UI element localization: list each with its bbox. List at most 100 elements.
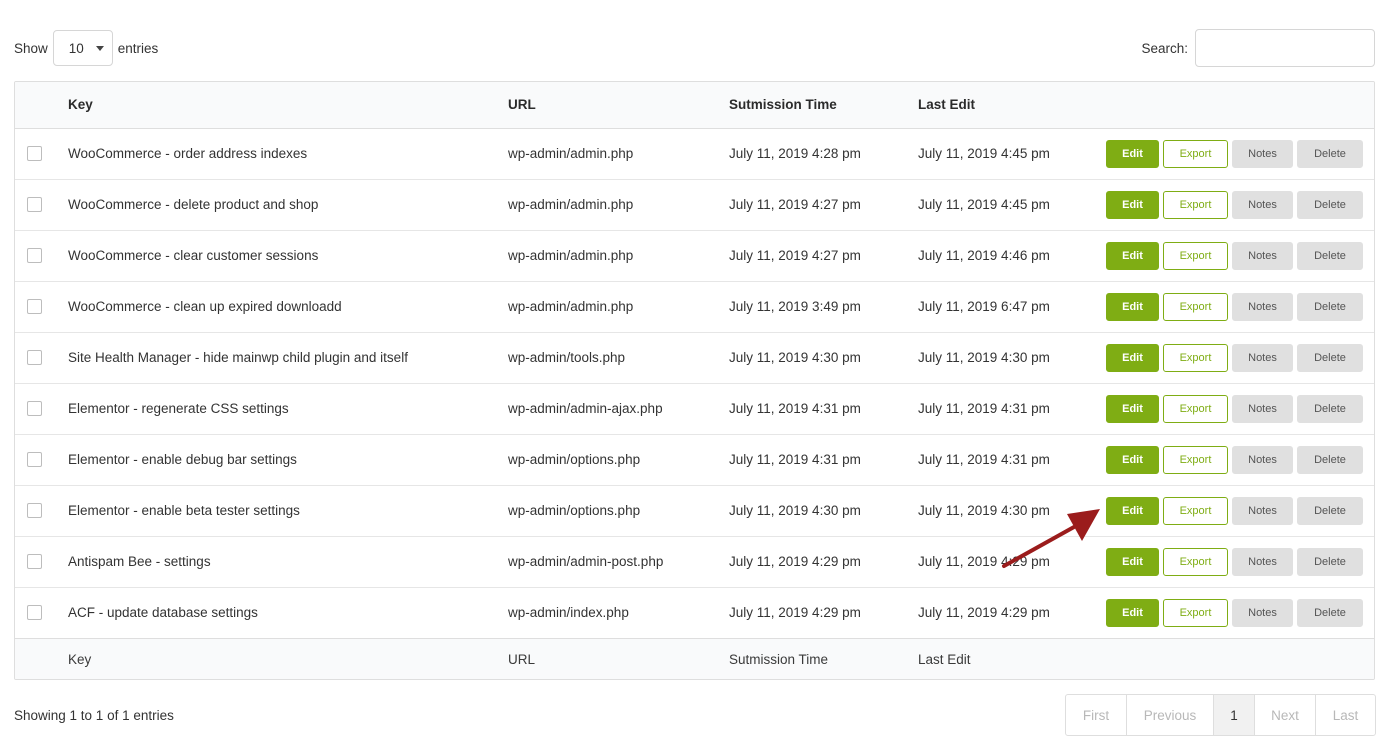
row-checkbox[interactable] [27,401,42,416]
notes-button[interactable]: Notes [1232,496,1293,525]
row-actions: Edit Export Notes Delete [1106,230,1374,282]
pagination-previous[interactable]: Previous [1127,695,1214,735]
row-key: Antispam Bee - settings [68,536,508,588]
notes-button[interactable]: Notes [1232,139,1293,168]
export-button[interactable]: Export [1163,496,1228,525]
notes-button[interactable]: Notes [1232,598,1293,627]
column-header-submission-time[interactable]: Sutmission Time [729,82,918,129]
row-checkbox-cell [15,434,68,486]
pagination-next[interactable]: Next [1255,695,1316,735]
column-header-key[interactable]: Key [68,82,508,129]
row-submission-time: July 11, 2019 4:29 pm [729,536,918,588]
export-button[interactable]: Export [1163,343,1228,372]
delete-button[interactable]: Delete [1297,394,1363,423]
row-checkbox-cell [15,587,68,638]
row-checkbox[interactable] [27,350,42,365]
edit-button[interactable]: Edit [1106,496,1159,525]
column-header-url[interactable]: URL [508,82,729,129]
pagination-page-current[interactable]: 1 [1214,695,1255,735]
delete-button[interactable]: Delete [1297,241,1363,270]
export-button[interactable]: Export [1163,139,1228,168]
table-row: Elementor - enable beta tester settings … [15,485,1374,537]
delete-button[interactable]: Delete [1297,343,1363,372]
row-checkbox[interactable] [27,554,42,569]
row-actions: Edit Export Notes Delete [1106,332,1374,384]
row-checkbox[interactable] [27,248,42,263]
row-last-edit: July 11, 2019 4:29 pm [918,536,1106,588]
edit-button[interactable]: Edit [1106,343,1159,372]
edit-button[interactable]: Edit [1106,190,1159,219]
export-button[interactable]: Export [1163,241,1228,270]
header-checkbox-cell [15,82,68,129]
row-submission-time: July 11, 2019 4:30 pm [729,332,918,384]
table-row: Antispam Bee - settings wp-admin/admin-p… [15,536,1374,588]
notes-button[interactable]: Notes [1232,292,1293,321]
row-checkbox-cell [15,332,68,384]
row-last-edit: July 11, 2019 4:31 pm [918,383,1106,435]
caret-down-icon [95,45,104,51]
edit-button[interactable]: Edit [1106,598,1159,627]
row-submission-time: July 11, 2019 4:30 pm [729,485,918,537]
edit-button[interactable]: Edit [1106,139,1159,168]
edit-button[interactable]: Edit [1106,547,1159,576]
edit-button[interactable]: Edit [1106,394,1159,423]
pagination-last[interactable]: Last [1316,695,1375,735]
delete-button[interactable]: Delete [1297,496,1363,525]
row-url: wp-admin/options.php [508,434,729,486]
row-submission-time: July 11, 2019 3:49 pm [729,281,918,333]
delete-button[interactable]: Delete [1297,190,1363,219]
notes-button[interactable]: Notes [1232,343,1293,372]
delete-button[interactable]: Delete [1297,292,1363,321]
notes-button[interactable]: Notes [1232,241,1293,270]
row-checkbox[interactable] [27,299,42,314]
row-url: wp-admin/admin.php [508,179,729,231]
notes-button[interactable]: Notes [1232,547,1293,576]
row-url: wp-admin/admin.php [508,128,729,180]
export-button[interactable]: Export [1163,598,1228,627]
pagination-first[interactable]: First [1066,695,1127,735]
export-button[interactable]: Export [1163,547,1228,576]
row-last-edit: July 11, 2019 6:47 pm [918,281,1106,333]
row-checkbox[interactable] [27,605,42,620]
edit-button[interactable]: Edit [1106,292,1159,321]
row-checkbox-cell [15,230,68,282]
row-key: WooCommerce - clear customer sessions [68,230,508,282]
search-box: Search: [1141,29,1375,67]
column-footer-key[interactable]: Key [68,637,508,679]
row-checkbox[interactable] [27,197,42,212]
export-button[interactable]: Export [1163,445,1228,474]
row-submission-time: July 11, 2019 4:31 pm [729,434,918,486]
table-row: Elementor - regenerate CSS settings wp-a… [15,383,1374,435]
delete-button[interactable]: Delete [1297,139,1363,168]
row-actions: Edit Export Notes Delete [1106,536,1374,588]
row-checkbox[interactable] [27,452,42,467]
table-row: WooCommerce - clear customer sessions wp… [15,230,1374,282]
column-footer-url[interactable]: URL [508,637,729,679]
row-actions: Edit Export Notes Delete [1106,281,1374,333]
row-last-edit: July 11, 2019 4:30 pm [918,332,1106,384]
delete-button[interactable]: Delete [1297,547,1363,576]
column-header-last-edit[interactable]: Last Edit [918,82,1106,129]
delete-button[interactable]: Delete [1297,445,1363,474]
row-key: Site Health Manager - hide mainwp child … [68,332,508,384]
export-button[interactable]: Export [1163,394,1228,423]
entries-select[interactable]: 10 [52,30,113,66]
row-checkbox[interactable] [27,503,42,518]
delete-button[interactable]: Delete [1297,598,1363,627]
table-row: WooCommerce - delete product and shop wp… [15,179,1374,231]
export-button[interactable]: Export [1163,292,1228,321]
notes-button[interactable]: Notes [1232,190,1293,219]
column-footer-last-edit[interactable]: Last Edit [918,637,1106,679]
edit-button[interactable]: Edit [1106,445,1159,474]
row-checkbox[interactable] [27,146,42,161]
table-row: Elementor - enable debug bar settings wp… [15,434,1374,486]
edit-button[interactable]: Edit [1106,241,1159,270]
column-footer-actions [1106,637,1374,679]
column-footer-submission-time[interactable]: Sutmission Time [729,637,918,679]
notes-button[interactable]: Notes [1232,445,1293,474]
search-input[interactable] [1195,29,1375,67]
column-header-actions [1106,82,1374,129]
notes-button[interactable]: Notes [1232,394,1293,423]
export-button[interactable]: Export [1163,190,1228,219]
row-actions: Edit Export Notes Delete [1106,587,1374,638]
